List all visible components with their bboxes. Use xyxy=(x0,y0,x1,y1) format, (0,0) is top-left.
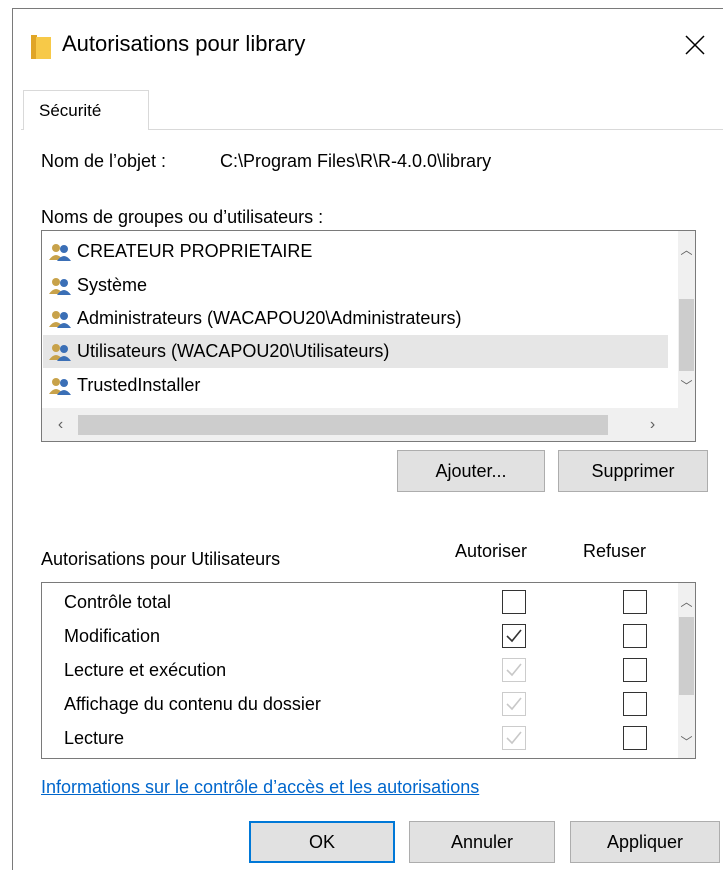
permission-row: Contrôle total xyxy=(42,585,672,619)
checkmark-icon xyxy=(506,697,522,711)
deny-checkbox[interactable] xyxy=(623,726,647,750)
users-horizontal-scrollbar[interactable]: ‹ › xyxy=(42,408,695,441)
users-hscroll-thumb[interactable] xyxy=(78,415,608,435)
user-label: Utilisateurs (WACAPOU20\Utilisateurs) xyxy=(77,341,390,361)
window-title: Autorisations pour library xyxy=(62,31,306,56)
close-icon xyxy=(685,35,705,55)
background-strip xyxy=(0,0,12,870)
list-item[interactable]: Système xyxy=(43,269,668,302)
permission-row: Lecture et exécution xyxy=(42,653,672,687)
users-scroll-thumb[interactable] xyxy=(679,299,694,371)
allow-checkbox[interactable] xyxy=(502,624,526,648)
permission-label: Lecture et exécution xyxy=(64,660,227,680)
deny-checkbox[interactable] xyxy=(623,590,647,614)
permissions-label: Autorisations pour Utilisateurs xyxy=(41,549,281,569)
allow-column-header: Autoriser xyxy=(455,541,528,561)
tab-securite[interactable]: Sécurité xyxy=(23,90,149,130)
checkmark-icon xyxy=(506,629,522,643)
scroll-up-icon[interactable]: ︿ xyxy=(678,593,695,610)
checkmark-icon xyxy=(506,663,522,677)
users-group-icon xyxy=(49,277,71,295)
deny-checkbox[interactable] xyxy=(623,624,647,648)
scroll-right-icon[interactable]: › xyxy=(644,416,661,433)
scroll-left-icon[interactable]: ‹ xyxy=(52,416,69,433)
permissions-scroll-thumb[interactable] xyxy=(679,617,694,695)
deny-column-header: Refuser xyxy=(583,541,647,561)
deny-checkbox[interactable] xyxy=(623,692,647,716)
allow-checkbox[interactable] xyxy=(502,590,526,614)
ok-button[interactable]: OK xyxy=(249,821,395,863)
users-group-icon xyxy=(49,243,71,261)
user-label: Système xyxy=(77,275,148,295)
access-control-info-link[interactable]: Informations sur le contrôle d’accès et … xyxy=(41,777,479,798)
list-item-selected[interactable]: Utilisateurs (WACAPOU20\Utilisateurs) xyxy=(43,335,668,368)
list-item[interactable]: TrustedInstaller xyxy=(43,369,668,402)
scroll-up-icon[interactable]: ︿ xyxy=(678,241,695,258)
users-group-icon xyxy=(49,310,71,328)
permission-label: Modification xyxy=(64,626,161,646)
permission-label: Affichage du contenu du dossier xyxy=(64,694,321,714)
user-label: CREATEUR PROPRIETAIRE xyxy=(77,241,313,261)
allow-checkbox-inherited xyxy=(502,726,526,750)
permissions-dialog: Autorisations pour library Sécurité Nom … xyxy=(12,8,723,870)
checkmark-icon xyxy=(506,731,522,745)
cancel-button[interactable]: Annuler xyxy=(409,821,555,863)
user-label: Administrateurs (WACAPOU20\Administrateu… xyxy=(77,308,462,328)
users-vertical-scrollbar[interactable]: ︿ ﹀ xyxy=(678,231,695,408)
close-button[interactable] xyxy=(673,23,717,67)
permission-row: Lecture xyxy=(42,721,672,755)
object-name-label: Nom de l’objet : xyxy=(41,151,167,171)
list-item[interactable]: CREATEUR PROPRIETAIRE xyxy=(43,235,668,268)
permissions-vertical-scrollbar[interactable]: ︿ ﹀ xyxy=(678,583,695,758)
list-item[interactable]: Administrateurs (WACAPOU20\Administrateu… xyxy=(43,302,668,335)
allow-checkbox-inherited xyxy=(502,692,526,716)
deny-checkbox[interactable] xyxy=(623,658,647,682)
title-bar: Autorisations pour library xyxy=(13,9,723,81)
permission-label: Lecture xyxy=(64,728,125,748)
users-group-icon xyxy=(49,343,71,361)
permission-row: Affichage du contenu du dossier xyxy=(42,687,672,721)
groups-label: Noms de groupes ou d’utilisateurs : xyxy=(41,207,324,227)
allow-checkbox-inherited xyxy=(502,658,526,682)
scroll-down-icon[interactable]: ﹀ xyxy=(678,377,695,394)
folder-icon xyxy=(31,35,51,59)
apply-button[interactable]: Appliquer xyxy=(570,821,720,863)
add-button[interactable]: Ajouter... xyxy=(397,450,545,492)
permission-label: Contrôle total xyxy=(64,592,172,612)
permissions-list[interactable]: Contrôle total Modification Lecture et e… xyxy=(41,582,696,759)
permission-row: Modification xyxy=(42,619,672,653)
remove-button[interactable]: Supprimer xyxy=(558,450,708,492)
scroll-down-icon[interactable]: ﹀ xyxy=(678,733,695,750)
users-group-icon xyxy=(49,377,71,395)
user-label: TrustedInstaller xyxy=(77,375,201,395)
users-list[interactable]: CREATEUR PROPRIETAIRE Système Administra… xyxy=(41,230,696,442)
object-name-value: C:\Program Files\R\R-4.0.0\library xyxy=(220,151,492,171)
